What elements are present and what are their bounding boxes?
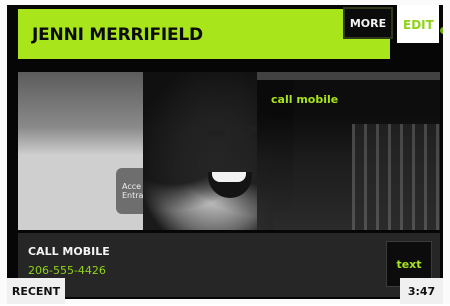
- contact-header: JENNI MERRIFIELD: [18, 9, 390, 59]
- photo-eye-left: [208, 130, 226, 136]
- contact-name: JENNI MERRIFIELD: [32, 25, 203, 45]
- edit-indicator-dot: [440, 27, 443, 34]
- contact-photo[interactable]: Acce Entra call mobile: [18, 72, 440, 230]
- photo-fence: [352, 124, 440, 230]
- phone-number: 206-555-4426: [28, 264, 106, 277]
- call-mobile-link[interactable]: call mobile: [271, 93, 338, 106]
- recent-tab[interactable]: RECENT: [7, 278, 65, 304]
- photo-background: Acce Entra: [18, 72, 158, 230]
- photo-sign-text: Acce Entra: [122, 182, 144, 200]
- call-mobile-panel[interactable]: CALL MOBILE 206-555-4426 text: [18, 233, 440, 297]
- edit-button[interactable]: EDIT: [397, 5, 439, 43]
- contact-screen: JENNI MERRIFIELD MORE EDIT Acce Entra ca…: [7, 5, 443, 299]
- photo-overlay-topbar: [257, 72, 440, 80]
- call-mobile-title: CALL MOBILE: [28, 245, 110, 258]
- phone-frame: JENNI MERRIFIELD MORE EDIT Acce Entra ca…: [0, 0, 450, 304]
- photo-teeth: [212, 172, 246, 182]
- clock: 3:47: [400, 278, 443, 304]
- more-button[interactable]: MORE: [343, 7, 393, 39]
